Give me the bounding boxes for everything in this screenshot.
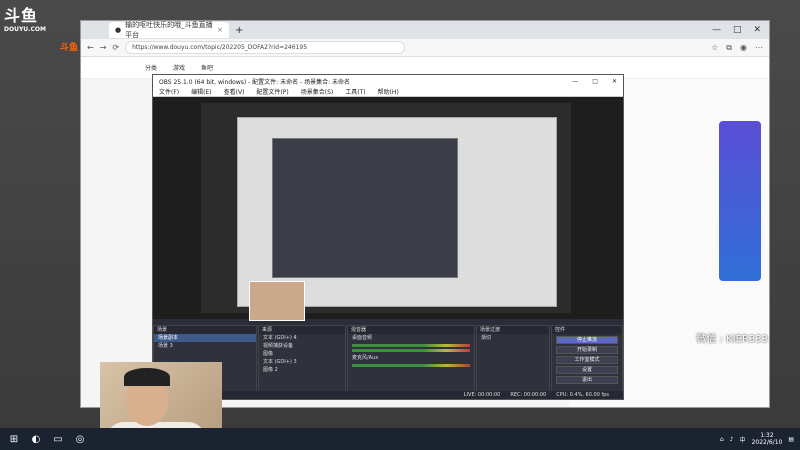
obs-title: OBS 25.1.0 (64 bit, windows) - 配置文件: 未命名… [159,78,351,86]
mixer-dock: 混音器 桌面音频 麦克风/Aux [347,325,475,399]
taskbar: ⊞ ◐ ▭ ◎ ⌂ ♪ 中 1:32 2022/6/10 ▤ [0,428,800,450]
dock-header: 控件 [552,326,622,334]
clock[interactable]: 1:32 2022/6/10 [752,432,783,446]
tab-favicon-icon: ● [115,26,122,34]
menu-item[interactable]: 编辑(E) [191,87,211,96]
back-icon[interactable]: ← [87,43,94,52]
nav-item[interactable]: 游戏 [173,63,185,72]
minimize-button[interactable]: — [712,25,721,35]
input-language[interactable]: 中 [740,435,746,444]
address-bar: ← → ⟳ https://www.douyu.com/topic/202205… [81,39,769,57]
menu-item[interactable]: 帮助(H) [378,87,399,96]
refresh-icon[interactable]: ⟳ [112,43,119,52]
source-item[interactable]: 图像 2 [259,366,345,374]
promo-banner[interactable] [719,121,761,281]
network-icon[interactable]: ⌂ [720,436,724,443]
profile-icon[interactable]: ◉ [740,43,747,53]
address-bar-actions: ☆ ⧉ ◉ ⋯ [711,43,763,53]
notification-icon[interactable]: ▤ [788,436,794,443]
studio-mode-button[interactable]: 工作室模式 [556,356,618,364]
obs-icon[interactable]: ◎ [72,431,88,447]
menu-icon[interactable]: ⋯ [755,43,763,53]
extensions-icon[interactable]: ⧉ [726,43,732,53]
edge-icon[interactable]: ◐ [28,431,44,447]
system-tray: ⌂ ♪ 中 1:32 2022/6/10 ▤ [720,432,800,446]
volume-meter[interactable] [352,349,470,352]
window-controls: — □ ✕ [712,25,769,35]
scene-item[interactable]: 场景副本 [154,334,256,342]
volume-meter[interactable] [352,344,470,347]
menu-item[interactable]: 场景集合(S) [301,87,334,96]
volume-meter[interactable] [352,364,470,367]
screen: 斗鱼 DOUYU.COM ● 输的呕吐快乐的哦_斗鱼直播平台 × + — □ ✕… [0,0,800,450]
source-item[interactable]: 文本 (GDI+) 3 [259,358,345,366]
new-tab-button[interactable]: + [235,25,243,36]
watermark-text: 微信 : KIER333 [696,334,768,345]
obs-menubar: 文件(F) 编辑(E) 查看(V) 配置文件(P) 场景集合(S) 工具(T) … [153,87,623,97]
stop-streaming-button[interactable]: 停止推流 [556,336,618,344]
rec-status: REC: 00:00:00 [510,392,547,398]
star-icon[interactable]: ☆ [711,43,718,53]
file-explorer-icon[interactable]: ▭ [50,431,66,447]
close-icon[interactable]: ✕ [612,78,617,85]
settings-button[interactable]: 设置 [556,366,618,374]
dock-header: 来源 [259,326,345,334]
forward-icon[interactable]: → [100,43,107,52]
transitions-dock: 场景过渡 渐切 [476,325,550,399]
clock-time: 1:32 [760,432,774,439]
dock-header: 场景 [154,326,256,334]
clock-date: 2022/6/10 [751,439,783,446]
controls-dock: 控件 停止推流 开始录制 工作室模式 设置 退出 [551,325,623,399]
browser-tab[interactable]: ● 输的呕吐快乐的哦_斗鱼直播平台 × [109,21,229,39]
volume-icon[interactable]: ♪ [730,436,734,443]
source-item[interactable]: 文本 (GDI+) 4 [259,334,345,342]
maximize-icon[interactable]: □ [592,78,598,85]
preview-webcam [249,281,305,321]
nav-item[interactable]: 分类 [145,63,157,72]
obs-titlebar: OBS 25.1.0 (64 bit, windows) - 配置文件: 未命名… [153,75,623,87]
webcam-hair [124,368,170,386]
stream-logo: 斗鱼 DOUYU.COM [4,6,46,33]
minimize-icon[interactable]: — [572,78,578,85]
dock-header: 混音器 [348,326,474,334]
preview-canvas [201,103,571,321]
tab-close-icon[interactable]: × [217,26,223,34]
live-status: LIVE: 00:00:00 [463,392,501,398]
site-logo[interactable]: 斗鱼 [60,40,78,53]
maximize-button[interactable]: □ [733,25,742,35]
browser-tabbar: ● 输的呕吐快乐的哦_斗鱼直播平台 × + — □ ✕ [81,21,769,39]
close-button[interactable]: ✕ [753,25,761,35]
start-recording-button[interactable]: 开始录制 [556,346,618,354]
preview-nested-obs [272,138,458,278]
url-input[interactable]: https://www.douyu.com/topic/202205_DOFA2… [125,41,406,54]
mixer-channel: 麦克风/Aux [352,355,379,361]
menu-item[interactable]: 配置文件(P) [256,87,288,96]
exit-button[interactable]: 退出 [556,376,618,384]
obs-statusbar: LIVE: 00:00:00 REC: 00:00:00 CPU: 0.4%, … [153,391,623,399]
sources-dock: 来源 文本 (GDI+) 4 视频捕获设备 图像 文本 (GDI+) 3 图像 … [258,325,346,399]
dock-header: 场景过渡 [477,326,549,334]
windows-start-icon[interactable]: ⊞ [6,431,22,447]
tab-title: 输的呕吐快乐的哦_斗鱼直播平台 [125,21,213,39]
source-item[interactable]: 图像 [259,350,345,358]
obs-window-controls: — □ ✕ [572,78,623,85]
preview-nested-browser [237,117,557,307]
menu-item[interactable]: 文件(F) [159,87,179,96]
transition-select[interactable]: 渐切 [477,334,549,342]
menu-item[interactable]: 查看(V) [224,87,245,96]
obs-window: OBS 25.1.0 (64 bit, windows) - 配置文件: 未命名… [152,74,624,400]
scene-item[interactable]: 场景 3 [154,342,256,350]
mixer-channel: 桌面音频 [352,335,373,341]
obs-preview[interactable] [153,97,623,321]
nav-item[interactable]: 鱼吧 [201,63,213,72]
cpu-status: CPU: 0.4%, 60.00 fps [556,392,609,398]
menu-item[interactable]: 工具(T) [345,87,365,96]
source-item[interactable]: 视频捕获设备 [259,342,345,350]
